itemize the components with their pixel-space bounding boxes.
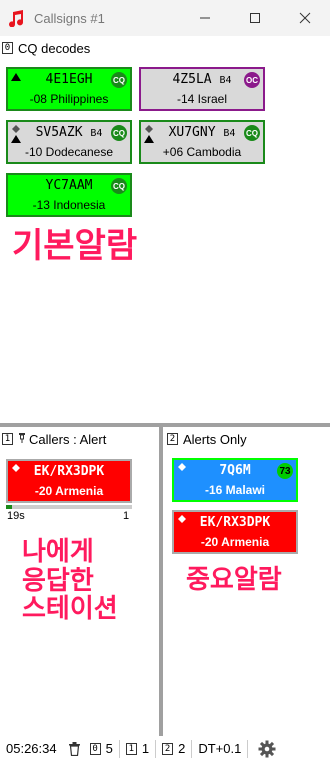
caller-annotation-line: 응답한 <box>22 565 94 596</box>
caller-annotation: 나에게 응답한 스테이션 <box>22 538 118 624</box>
oc-badge: OC <box>244 72 260 88</box>
caller-progress-fill <box>6 505 13 509</box>
panel2-count: 2 2 <box>162 741 185 756</box>
tile-callsign: EK/RX3DPK <box>33 464 105 479</box>
cq-badge: CQ <box>111 125 127 141</box>
status-separator <box>118 739 120 758</box>
maximize-button[interactable] <box>230 0 280 36</box>
panel-number-2: 2 <box>162 742 174 755</box>
alert-tile[interactable]: EK/RX3DPK -20 Armenia <box>172 510 298 554</box>
panel-splitter-horizontal[interactable] <box>0 423 330 427</box>
cq-tile[interactable]: YC7AAM CQ -13 Indonesia <box>6 173 132 217</box>
tile-details: -20 Armenia <box>34 484 104 498</box>
pin-icon <box>18 432 26 447</box>
tile-details: -14 Israel <box>176 92 228 106</box>
status-bar: 05:26:34 0 5 1 1 2 2 DT+0.1 <box>0 736 330 761</box>
panel-number-0: 0 <box>2 42 13 54</box>
trash-icon[interactable] <box>68 741 80 756</box>
cq-badge: CQ <box>111 72 127 88</box>
cq-tile[interactable]: 4Z5LA B4 OC -14 Israel <box>139 67 265 111</box>
tile-details: +06 Cambodia <box>162 145 242 159</box>
panel-number-1: 1 <box>125 742 137 755</box>
title-bar: Callsigns #1 <box>0 0 330 36</box>
panel0-count: 0 5 <box>89 741 113 756</box>
close-button[interactable] <box>280 0 330 36</box>
tile-details: -08 Philippines <box>29 92 109 106</box>
cq-badge: CQ <box>111 178 127 194</box>
panel-number-1: 1 <box>2 433 13 445</box>
cq-annotation: 기본알람 <box>12 226 138 266</box>
tile-callsign: EK/RX3DPK <box>199 515 271 530</box>
tile-details: -13 Indonesia <box>32 198 106 212</box>
cq-tile[interactable]: XU7GNY B4 CQ +06 Cambodia <box>139 120 265 164</box>
tile-callsign: 4Z5LA <box>172 72 212 87</box>
status-separator <box>247 739 249 758</box>
panel-number-0: 0 <box>89 742 101 755</box>
panel1-count-value: 1 <box>141 741 150 756</box>
dt-offset: DT+0.1 <box>198 741 242 756</box>
tile-details: -10 Dodecanese <box>24 145 114 159</box>
cq-badge: CQ <box>244 125 260 141</box>
panel-number-2: 2 <box>167 433 178 445</box>
alerts-panel-title: Alerts Only <box>183 431 247 447</box>
tile-details: -20 Armenia <box>200 535 270 549</box>
panel1-count: 1 1 <box>125 741 150 756</box>
73-badge: 73 <box>277 463 293 479</box>
caller-annotation-line: 나에게 <box>22 537 94 567</box>
alert-tile[interactable]: 7Q6M 73 -16 Malawi <box>172 458 298 502</box>
tile-details: -16 Malawi <box>204 483 266 497</box>
band-label: B4 <box>223 128 236 139</box>
band-label: B4 <box>219 75 232 86</box>
music-note-icon <box>8 8 26 28</box>
gear-icon[interactable] <box>258 740 276 758</box>
alerts-panel-header: 2 Alerts Only <box>167 430 247 448</box>
status-separator <box>155 739 157 758</box>
cq-tile[interactable]: SV5AZK B4 CQ -10 Dodecanese <box>6 120 132 164</box>
callers-panel-header: 1 Callers : Alert <box>2 430 106 448</box>
caller-timer: 19s <box>7 510 25 522</box>
window-title: Callsigns #1 <box>34 10 105 26</box>
callers-panel-title: Callers : Alert <box>29 431 107 447</box>
caller-annotation-line: 스테이션 <box>22 594 118 625</box>
caller-progress-track <box>6 505 132 509</box>
tile-callsign: XU7GNY <box>168 125 216 140</box>
panel0-count-value: 5 <box>105 741 113 756</box>
panel-splitter-vertical[interactable] <box>159 427 163 736</box>
band-label: B4 <box>90 128 103 139</box>
minimize-button[interactable] <box>180 0 230 36</box>
cq-panel-header: 0 CQ decodes <box>2 39 90 57</box>
alerts-annotation: 중요알람 <box>186 565 282 595</box>
caller-count: 1 <box>123 510 130 522</box>
cq-panel-title: CQ decodes <box>18 40 91 56</box>
cq-tile[interactable]: 4E1EGH CQ -08 Philippines <box>6 67 132 111</box>
panel2-count-value: 2 <box>178 741 186 756</box>
status-separator <box>191 739 193 758</box>
utc-clock: 05:26:34 <box>6 741 57 756</box>
caller-tile[interactable]: EK/RX3DPK -20 Armenia <box>6 459 132 503</box>
tile-callsign: SV5AZK <box>35 125 83 140</box>
